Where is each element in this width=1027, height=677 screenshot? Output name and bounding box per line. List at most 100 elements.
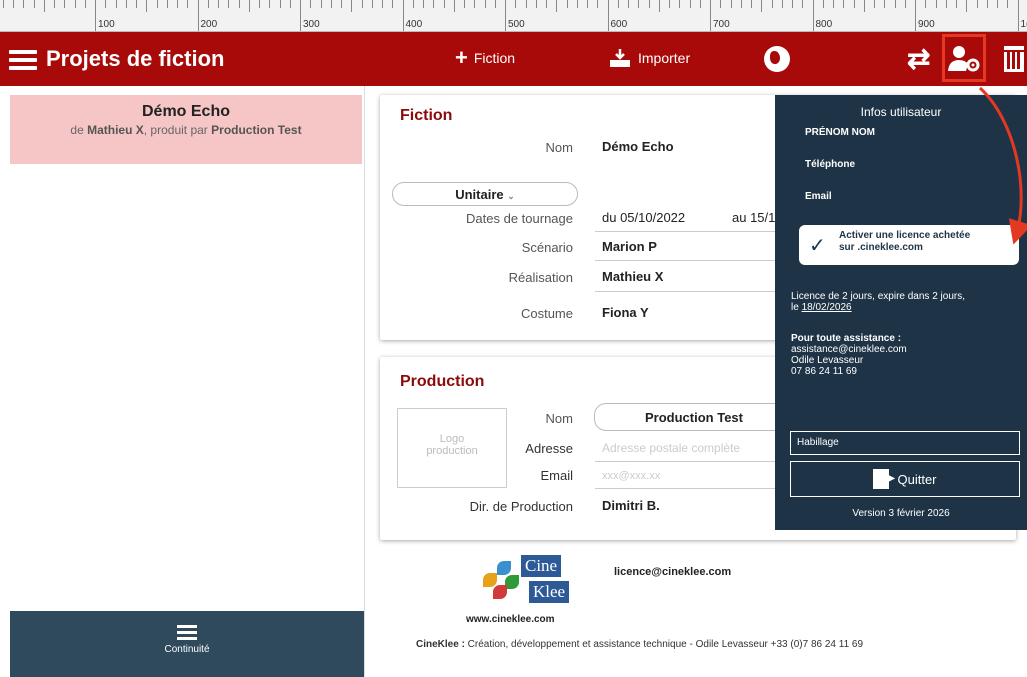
- ruler-tick: [484, 0, 486, 8]
- costume-value[interactable]: Fiona Y: [602, 305, 649, 320]
- fiction-title: Fiction: [400, 107, 453, 124]
- production-name-value: Production Test: [645, 410, 743, 425]
- address-input[interactable]: Adresse postale complète: [602, 441, 740, 455]
- ruler-tick: [699, 0, 701, 8]
- ruler-label: 1(: [1020, 19, 1027, 30]
- ruler-tick: [566, 0, 568, 8]
- production-title: Production: [400, 373, 485, 390]
- ruler-tick: [843, 0, 845, 8]
- footer-email-link[interactable]: licence@cineklee.com: [614, 566, 731, 578]
- dates-underline: [595, 231, 775, 232]
- ruler-tick: [679, 0, 681, 8]
- ruler-tick: [689, 0, 691, 8]
- project-producer: Production Test: [211, 123, 302, 137]
- ruler-label: 200: [200, 19, 218, 30]
- ruler-tick: [997, 0, 998, 8]
- email-label: Email: [540, 468, 573, 483]
- ruler-tick: [23, 0, 25, 8]
- ruler-tick: [515, 0, 517, 8]
- ruler-label: 600: [610, 19, 628, 30]
- plus-icon: +: [455, 45, 468, 70]
- user-settings-button[interactable]: [942, 34, 986, 82]
- ruler-label: 500: [508, 19, 525, 30]
- ruler-tick: [853, 0, 855, 8]
- ruler-tick: [423, 0, 424, 8]
- ruler-tick: [822, 0, 824, 8]
- realisation-value[interactable]: Mathieu X: [602, 269, 663, 284]
- user-panel-title: Infos utilisateur: [860, 105, 942, 119]
- ruler-tick: [802, 0, 804, 8]
- realisation-underline: [595, 291, 775, 292]
- dir-prod-value[interactable]: Dimitri B.: [602, 498, 660, 513]
- habillage-button[interactable]: Habillage: [790, 431, 1020, 455]
- pixel-ruler: 100 200 300 400 500 600 700 800 900 1(: [0, 0, 1027, 32]
- ruler-tick: [976, 0, 978, 8]
- user-phone[interactable]: Téléphone: [805, 159, 855, 170]
- footer-credits: CineKlee : Création, développement et as…: [416, 639, 864, 650]
- menu-icon[interactable]: [9, 50, 37, 70]
- ruler-tick: [125, 0, 127, 8]
- support-info: Pour toute assistance : assistance@cinek…: [791, 333, 1023, 377]
- ruler-tick: [884, 0, 886, 8]
- user-name[interactable]: PRÉNOM NOM: [805, 127, 875, 138]
- continuite-button[interactable]: Continuité: [10, 611, 364, 677]
- swap-icon[interactable]: ⇄: [907, 42, 930, 75]
- support-email[interactable]: assistance@cineklee.com: [791, 344, 1023, 355]
- ruler-tick: [146, 0, 148, 12]
- ruler-label: 800: [815, 19, 833, 30]
- ruler-tick: [361, 0, 363, 8]
- production-name-label: Nom: [545, 411, 573, 426]
- ruler-tick: [751, 0, 752, 8]
- top-bar: Projets de fiction + Fiction Importer ⇄: [0, 32, 1027, 86]
- licence-date: 18/02/2026: [801, 302, 852, 313]
- user-email[interactable]: Email: [805, 191, 832, 202]
- ruler-tick: [966, 0, 968, 12]
- quit-label: Quitter: [897, 471, 937, 487]
- ruler-tick: [904, 0, 906, 8]
- ruler-tick: [197, 0, 199, 31]
- email-input[interactable]: xxx@xxx.xx: [602, 470, 660, 482]
- ruler-tick: [105, 0, 107, 8]
- ruler-tick: [248, 0, 250, 12]
- scenario-value[interactable]: Marion P: [602, 239, 657, 254]
- dates-to[interactable]: au 15/1: [732, 210, 775, 225]
- ruler-tick: [341, 0, 342, 8]
- ruler-tick: [617, 0, 619, 8]
- production-name-field[interactable]: Production Test: [594, 403, 794, 431]
- ruler-tick: [730, 0, 732, 8]
- ruler-tick: [43, 0, 45, 12]
- production-logo-placeholder[interactable]: Logo production: [397, 408, 507, 488]
- project-name: Démo Echo: [141, 103, 230, 120]
- dates-label: Dates de tournage: [466, 211, 573, 226]
- ruler-tick: [535, 0, 537, 8]
- fiction-name-label: Nom: [545, 140, 573, 155]
- new-fiction-button[interactable]: + Fiction: [455, 45, 515, 70]
- ruler-tick: [392, 0, 394, 8]
- project-item[interactable]: Démo Echo de Mathieu X, produit par Prod…: [10, 95, 362, 164]
- ruler-tick: [402, 0, 404, 31]
- quit-button[interactable]: Quitter: [790, 461, 1020, 497]
- activate-licence-button[interactable]: ✓ Activer une licence achetée sur .cinek…: [799, 225, 1019, 265]
- address-label: Adresse: [525, 441, 573, 456]
- ruler-tick: [443, 0, 445, 8]
- ruler-tick: [1017, 0, 1019, 31]
- ruler-tick: [710, 0, 711, 31]
- dates-from[interactable]: du 05/10/2022: [602, 210, 685, 225]
- ruler-tick: [1007, 0, 1009, 8]
- ruler-tick: [771, 0, 773, 8]
- project-subtitle: de Mathieu X, produit par Production Tes…: [70, 123, 302, 137]
- fiction-type-select[interactable]: Unitaire ⌄: [392, 182, 578, 206]
- ruler-tick: [371, 0, 373, 8]
- trash-icon[interactable]: [1004, 46, 1024, 72]
- globe-icon[interactable]: [764, 46, 790, 72]
- ruler-tick: [669, 0, 670, 8]
- ruler-tick: [935, 0, 937, 8]
- ruler-label: 900: [918, 19, 935, 30]
- fiction-name-value[interactable]: Démo Echo: [602, 139, 674, 154]
- ruler-tick: [228, 0, 230, 8]
- dir-prod-label: Dir. de Production: [469, 499, 573, 514]
- ruler-tick: [64, 0, 66, 8]
- footer-url-link[interactable]: www.cineklee.com: [466, 614, 555, 625]
- import-button[interactable]: Importer: [608, 48, 690, 68]
- list-icon: [177, 625, 197, 640]
